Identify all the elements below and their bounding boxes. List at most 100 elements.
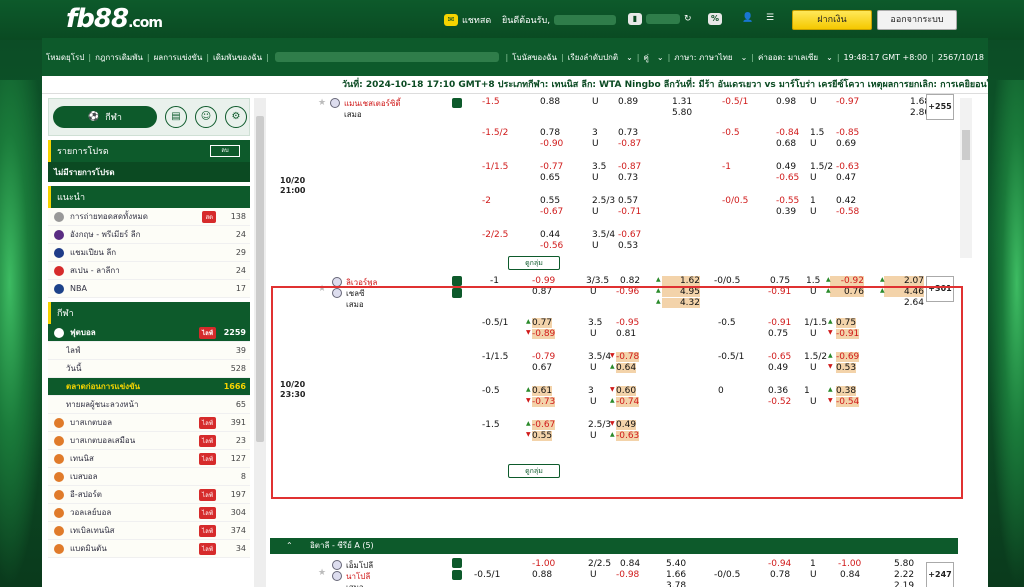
odds-cell[interactable]: 0.53 — [836, 363, 857, 373]
odds-cell[interactable]: 5.40 — [666, 559, 686, 569]
odds-cell[interactable]: 4.95 — [662, 287, 700, 297]
odds-cell[interactable]: 0.68 — [776, 139, 796, 149]
odds-cell[interactable]: 3.5/4 — [592, 230, 615, 240]
sidebar-item-sport[interactable]: ทายผลผู้ชนะลวงหน้า 65 — [48, 396, 250, 414]
odds-cell[interactable]: 0.44 — [540, 230, 560, 240]
odds-cell[interactable]: -0.98 — [616, 570, 639, 580]
odds-cell[interactable]: U — [810, 139, 817, 149]
odds-cell[interactable]: 0.60 — [616, 386, 637, 396]
nav-results[interactable]: ผลการแข่งขัน — [150, 51, 207, 64]
odds-cell[interactable]: -2/2.5 — [482, 230, 508, 240]
sidebar-item-sport[interactable]: ตลาดก่อนการแข่งขัน 1666 — [48, 378, 250, 396]
odds-cell[interactable]: -0.55 — [776, 196, 799, 206]
odds-cell[interactable]: -0.5/1 — [722, 97, 748, 107]
odds-cell[interactable]: 2.22 — [894, 570, 914, 580]
scrollbar-thumb[interactable] — [962, 130, 970, 160]
odds-cell[interactable]: -0.67 — [618, 230, 641, 240]
odds-cell[interactable]: -1.5 — [482, 97, 500, 107]
odds-cell[interactable]: -0.94 — [768, 559, 791, 569]
odds-cell[interactable]: 0.47 — [836, 173, 856, 183]
nav-pairs[interactable]: คู่ — [640, 51, 653, 64]
odds-cell[interactable]: 0.49 — [768, 363, 788, 373]
odds-cell[interactable]: -1.5/2 — [482, 128, 508, 138]
pitch-icon[interactable] — [452, 276, 462, 286]
promo-link[interactable]: % — [708, 13, 722, 25]
odds-cell[interactable]: -0.87 — [618, 139, 641, 149]
odds-cell[interactable]: -0.69 — [836, 352, 860, 362]
odds-cell[interactable]: -0.5/1 — [474, 570, 500, 580]
odds-cell[interactable]: -0.73 — [532, 397, 556, 407]
odds-cell[interactable]: 0.49 — [776, 162, 796, 172]
odds-cell[interactable]: 0.78 — [540, 128, 560, 138]
odds-cell[interactable]: -0.71 — [618, 207, 641, 217]
sidebar-item-recommended[interactable]: การถ่ายทอดสดทั้งหมด สด 138 — [48, 208, 250, 226]
odds-cell[interactable]: -0/0.5 — [714, 570, 740, 580]
odds-cell[interactable]: -0.5/1 — [718, 352, 744, 362]
odds-cell[interactable]: 0.82 — [620, 276, 640, 286]
sidebar-item-sport[interactable]: วันนี้ 528 — [48, 360, 250, 378]
odds-cell[interactable]: -0.79 — [532, 352, 555, 362]
sidebar-item-sport[interactable]: อี-สปอร์ต ไลฟ์ 197 — [48, 486, 250, 504]
expand-markets-button[interactable]: ดูกลุ่ม — [508, 256, 560, 270]
nav-euro-mode[interactable]: โหมดยุโรป — [42, 51, 88, 64]
sidebar-item-recommended[interactable]: อังกฤษ - พรีเมียร์ ลีก 24 — [48, 226, 250, 244]
odds-cell[interactable]: -0.74 — [616, 397, 640, 407]
odds-cell[interactable]: 0.65 — [540, 173, 560, 183]
odds-cell[interactable]: U — [592, 139, 599, 149]
odds-cell[interactable]: 0.69 — [836, 139, 856, 149]
odds-cell[interactable]: -0.96 — [616, 287, 639, 297]
sidebar-item-sport[interactable]: เบสบอล 8 — [48, 468, 250, 486]
league-header[interactable]: ⌃ อิตาลี - ซีรีย์ A (5) — [270, 538, 958, 554]
odds-cell[interactable]: 0.61 — [532, 386, 553, 396]
odds-cell[interactable]: -1.5 — [482, 420, 500, 430]
odds-cell[interactable]: 0.55 — [532, 431, 553, 441]
odds-cell[interactable]: 1.5 — [810, 128, 824, 138]
odds-cell[interactable]: -0.91 — [768, 287, 791, 297]
sport-tab-button[interactable]: ⚽ กีฬา — [53, 106, 157, 128]
odds-cell[interactable]: 0.98 — [776, 97, 796, 107]
sidebar-item-sport[interactable]: แบดมินตัน ไลฟ์ 34 — [48, 540, 250, 558]
odds-cell[interactable]: -0.54 — [836, 397, 860, 407]
odds-cell[interactable]: 0.77 — [532, 318, 553, 328]
odds-cell[interactable]: 0.87 — [532, 287, 552, 297]
sidebar-scrollbar[interactable] — [254, 98, 266, 587]
odds-cell[interactable]: 0.55 — [540, 196, 560, 206]
odds-cell[interactable]: U — [810, 97, 817, 107]
account-link[interactable]: 👤 — [742, 13, 753, 23]
odds-cell[interactable]: U — [810, 173, 817, 183]
odds-cell[interactable]: 0.42 — [836, 196, 856, 206]
odds-cell[interactable]: 0.89 — [618, 97, 638, 107]
odds-cell[interactable]: 0.38 — [836, 386, 857, 396]
odds-cell[interactable]: 0.78 — [770, 570, 790, 580]
odds-cell[interactable]: -0.63 — [616, 431, 640, 441]
odds-cell[interactable]: -0.78 — [616, 352, 640, 362]
sidebar-item-sport[interactable]: ฟุตบอล ไลฟ์ 2259 — [48, 324, 250, 342]
odds-cell[interactable]: 0.39 — [776, 207, 796, 217]
pitch-icon[interactable] — [452, 288, 462, 298]
odds-cell[interactable]: 4.32 — [662, 298, 700, 308]
odds-cell[interactable]: 1/1.5 — [804, 318, 827, 328]
nav-odds-type[interactable]: ค่าออด: มาเลเซีย — [754, 51, 822, 64]
odds-cell[interactable]: -0.85 — [836, 128, 859, 138]
odds-cell[interactable]: 0.84 — [620, 559, 640, 569]
sidebar-item-sport[interactable]: เทเบิลเทนนิส ไลฟ์ 374 — [48, 522, 250, 540]
scrollbar-thumb[interactable] — [256, 116, 264, 442]
odds-cell[interactable]: -1 — [722, 162, 731, 172]
odds-cell[interactable]: -1.00 — [838, 559, 861, 569]
odds-cell[interactable]: 0.81 — [616, 329, 636, 339]
odds-cell[interactable]: 0.36 — [768, 386, 788, 396]
sidebar-item-sport[interactable]: วอลเลย์บอล ไลฟ์ 304 — [48, 504, 250, 522]
odds-cell[interactable]: -1.00 — [532, 559, 555, 569]
nav-language[interactable]: ภาษา: ภาษาไทย — [670, 51, 736, 64]
logout-button[interactable]: ออกจากระบบ — [877, 10, 957, 30]
sidebar-item-recommended[interactable]: สเปน - ลาลีกา 24 — [48, 262, 250, 280]
gear-icon[interactable]: ⚙ — [225, 106, 247, 128]
odds-cell[interactable]: 3/3.5 — [586, 276, 609, 286]
more-markets-button[interactable]: +255 — [926, 94, 954, 120]
odds-cell[interactable]: 2.5/3 — [592, 196, 615, 206]
odds-cell[interactable]: -0.77 — [540, 162, 563, 172]
favorite-star-icon[interactable]: ★ — [318, 568, 326, 578]
odds-cell[interactable]: -1/1.5 — [482, 162, 508, 172]
odds-cell[interactable]: 1 — [810, 559, 816, 569]
expand-markets-button[interactable]: ดูกลุ่ม — [508, 464, 560, 478]
